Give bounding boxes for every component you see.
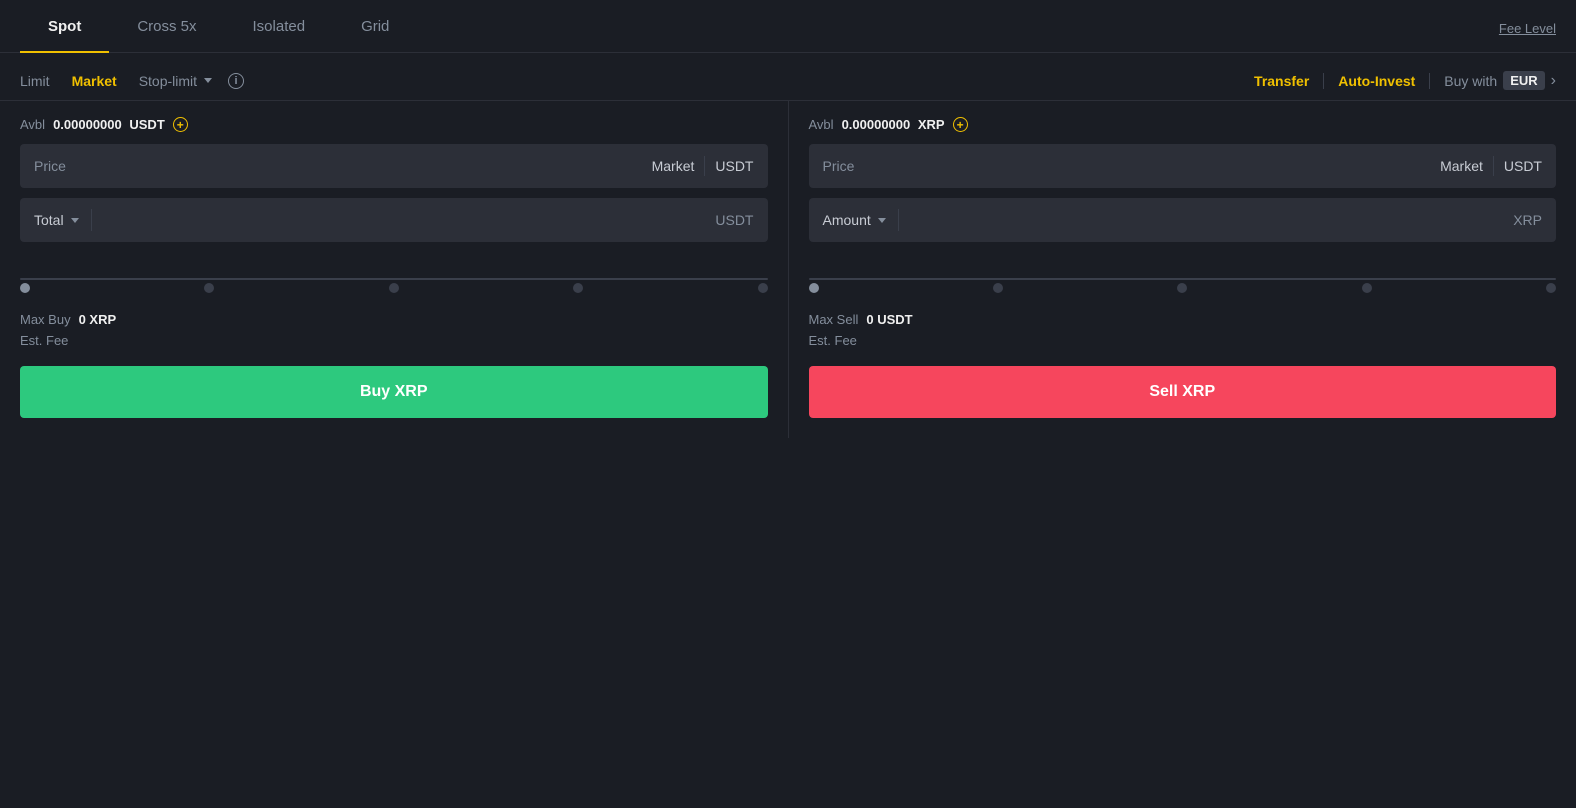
sell-slider-dots — [809, 283, 1557, 293]
buy-price-market-label: Market — [652, 158, 695, 174]
buy-slider-dot-0[interactable] — [18, 281, 32, 295]
sell-fee-row: Est. Fee — — [809, 333, 1557, 348]
order-type-market[interactable]: Market — [72, 73, 117, 89]
buy-max-value: 0 XRP — [79, 312, 117, 327]
right-actions: Transfer Auto-Invest Buy with EUR › — [1254, 71, 1556, 90]
buy-max-label: Max Buy — [20, 312, 71, 327]
sell-slider-track[interactable] — [809, 278, 1557, 280]
sell-slider-dot-0[interactable] — [806, 281, 820, 295]
buy-fee-row: Est. Fee — — [20, 333, 768, 348]
sell-avbl-row: Avbl 0.00000000 XRP + — [809, 117, 1557, 132]
sell-price-market-label: Market — [1440, 158, 1483, 174]
sell-amount-chevron-icon[interactable] — [878, 218, 886, 223]
sell-slider-dot-25[interactable] — [991, 281, 1005, 295]
sell-amount-label-wrap[interactable]: Amount — [823, 212, 886, 228]
stop-limit-wrap: Stop-limit — [139, 73, 212, 89]
sell-panel: Avbl 0.00000000 XRP + Price Market USDT … — [789, 101, 1576, 438]
buy-total-label: Total — [34, 212, 64, 228]
sell-amount-group: Amount XRP — [809, 198, 1557, 242]
sell-price-right: Market USDT — [1440, 156, 1542, 176]
buy-price-currency: USDT — [715, 158, 753, 174]
main-content: Avbl 0.00000000 USDT + Price Market USDT… — [0, 101, 1576, 438]
sell-est-fee-label: Est. Fee — [809, 333, 857, 348]
buy-add-funds-icon[interactable]: + — [173, 117, 188, 132]
tab-grid[interactable]: Grid — [333, 0, 417, 53]
buy-with-wrap[interactable]: Buy with EUR › — [1430, 71, 1556, 90]
sell-price-label: Price — [823, 158, 855, 174]
buy-slider-dot-25[interactable] — [202, 281, 216, 295]
tab-spot[interactable]: Spot — [20, 0, 109, 53]
sell-max-row: Max Sell 0 USDT — [809, 312, 1557, 327]
tab-cross5x[interactable]: Cross 5x — [109, 0, 224, 53]
buy-est-fee-label: Est. Fee — [20, 333, 68, 348]
sell-max-value: 0 USDT — [866, 312, 912, 327]
buy-with-label: Buy with — [1444, 73, 1497, 89]
buy-price-label: Price — [34, 158, 66, 174]
tab-isolated[interactable]: Isolated — [225, 0, 334, 53]
buy-slider-dots — [20, 283, 768, 293]
buy-total-group: Total USDT — [20, 198, 768, 242]
order-type-bar: Limit Market Stop-limit i Transfer Auto-… — [0, 53, 1576, 101]
buy-total-currency: USDT — [715, 212, 753, 228]
buy-max-row: Max Buy 0 XRP — [20, 312, 768, 327]
buy-with-currency: EUR — [1503, 71, 1544, 90]
sell-amount-label: Amount — [823, 212, 871, 228]
buy-total-chevron-icon[interactable] — [71, 218, 79, 223]
buy-avbl-row: Avbl 0.00000000 USDT + — [20, 117, 768, 132]
buy-avbl-amount: 0.00000000 USDT — [53, 117, 165, 132]
sell-avbl-label: Avbl — [809, 117, 834, 132]
buy-avbl-label: Avbl — [20, 117, 45, 132]
sell-price-currency: USDT — [1504, 158, 1542, 174]
sell-add-funds-icon[interactable]: + — [953, 117, 968, 132]
buy-slider-dot-100[interactable] — [755, 281, 769, 295]
sell-amount-currency: XRP — [1513, 212, 1542, 228]
buy-with-arrow-icon: › — [1551, 72, 1556, 90]
transfer-button[interactable]: Transfer — [1254, 73, 1324, 89]
sell-est-fee-value: — — [865, 333, 878, 348]
sell-slider-wrap[interactable] — [809, 260, 1557, 296]
tab-bar: Spot Cross 5x Isolated Grid Fee Level — [0, 0, 1576, 53]
sell-slider-dot-100[interactable] — [1544, 281, 1558, 295]
order-type-limit[interactable]: Limit — [20, 73, 50, 89]
sell-avbl-amount: 0.00000000 XRP — [842, 117, 945, 132]
buy-panel: Avbl 0.00000000 USDT + Price Market USDT… — [0, 101, 788, 438]
info-icon[interactable]: i — [228, 73, 244, 89]
sell-button[interactable]: Sell XRP — [809, 366, 1557, 418]
buy-est-fee-value: — — [76, 333, 89, 348]
buy-slider-dot-75[interactable] — [571, 281, 585, 295]
sell-max-label: Max Sell — [809, 312, 859, 327]
sell-slider-dot-75[interactable] — [1360, 281, 1374, 295]
buy-price-input-group: Price Market USDT — [20, 144, 768, 188]
sell-slider-dot-50[interactable] — [1175, 281, 1189, 295]
order-type-stop-limit[interactable]: Stop-limit — [139, 73, 197, 89]
buy-slider-wrap[interactable] — [20, 260, 768, 296]
buy-slider-dot-50[interactable] — [387, 281, 401, 295]
buy-price-right: Market USDT — [652, 156, 754, 176]
buy-button[interactable]: Buy XRP — [20, 366, 768, 418]
fee-level-link[interactable]: Fee Level — [1499, 3, 1556, 52]
sell-price-input-group: Price Market USDT — [809, 144, 1557, 188]
stop-limit-chevron-icon[interactable] — [204, 78, 212, 83]
auto-invest-button[interactable]: Auto-Invest — [1324, 73, 1430, 89]
buy-total-label-wrap[interactable]: Total — [34, 212, 79, 228]
buy-slider-track[interactable] — [20, 278, 768, 280]
